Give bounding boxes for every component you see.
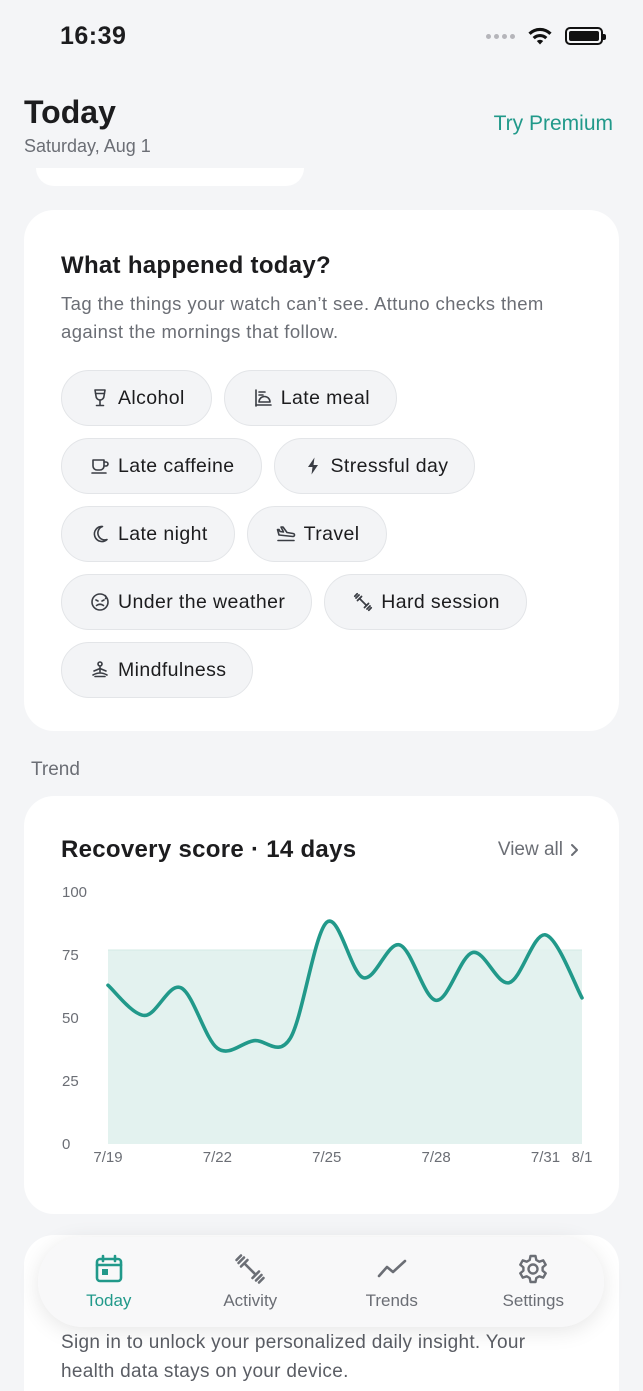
x-tick-label: 7/25 <box>312 1149 341 1166</box>
x-tick-label: 8/1 <box>572 1149 593 1166</box>
dumbbell-icon <box>354 592 373 612</box>
tab-today[interactable]: Today <box>44 1253 174 1311</box>
try-premium-button[interactable]: Try Premium <box>494 112 613 136</box>
meditation-icon <box>92 661 108 678</box>
y-tick-label: 100 <box>62 884 87 901</box>
tag-stressful-day[interactable]: Stressful day <box>273 438 476 494</box>
tag-late-night[interactable]: Late night <box>61 506 235 562</box>
tag-label: Late caffeine <box>118 454 235 477</box>
view-all-button[interactable]: View all <box>498 839 579 861</box>
tab-bar: Today Activity Trends Settings <box>38 1237 604 1327</box>
tag-label: Stressful day <box>330 454 449 477</box>
airplane-icon <box>276 526 295 542</box>
tags-card-description: Tag the things your watch can’t see. Att… <box>61 293 544 342</box>
x-tick-label: 7/28 <box>422 1149 451 1166</box>
y-tick-label: 0 <box>62 1136 70 1153</box>
tab-label: Activity <box>223 1291 278 1310</box>
y-tick-label: 50 <box>62 1010 79 1027</box>
tag-label: Alcohol <box>118 386 185 409</box>
tag-mindfulness[interactable]: Mindfulness <box>61 642 254 698</box>
trend-section-label: Trend <box>31 759 80 780</box>
sick-face-icon <box>91 593 109 611</box>
tab-activity[interactable]: Activity <box>185 1253 315 1311</box>
daily-tags-card: What happened today? Tag the things your… <box>24 210 619 731</box>
tag-hard-session[interactable]: Hard session <box>324 574 527 630</box>
tag-label: Under the weather <box>118 590 286 613</box>
tag-label: Hard session <box>381 590 500 613</box>
moon-icon <box>93 525 108 543</box>
trend-line-icon <box>377 1259 407 1278</box>
x-tick-label: 7/31 <box>531 1149 560 1166</box>
battery-icon <box>565 27 606 45</box>
tab-label: Settings <box>502 1291 564 1310</box>
tab-label: Today <box>86 1291 132 1310</box>
status-bar: 16:39 <box>0 0 643 72</box>
x-tick-label: 7/19 <box>93 1149 122 1166</box>
wifi-icon <box>528 27 552 45</box>
calendar-icon <box>95 1254 123 1283</box>
page-date: Saturday, Aug 1 <box>24 136 151 156</box>
tag-label: Late meal <box>280 386 371 409</box>
wine-glass-icon <box>94 389 106 407</box>
tag-list: Alcohol Late meal Late caffeine Stressfu… <box>61 370 601 698</box>
recovery-trend-card: 0 25 50 75 100 7/19 7/22 7/25 7/28 7/31 8/1 Recove… <box>24 796 619 1214</box>
y-tick-label: 75 <box>62 947 79 964</box>
tag-travel[interactable]: Travel <box>246 506 387 562</box>
collapsed-card-edge <box>36 168 304 186</box>
gear-icon <box>519 1254 548 1284</box>
status-time: 16:39 <box>60 22 127 50</box>
meal-icon <box>254 389 272 407</box>
tag-under-the-weather[interactable]: Under the weather <box>61 574 313 630</box>
bolt-icon <box>307 457 318 475</box>
tab-trends[interactable]: Trends <box>327 1253 457 1311</box>
dumbbell-icon <box>235 1254 266 1284</box>
tag-label: Travel <box>303 522 360 545</box>
x-tick-label: 7/22 <box>203 1149 232 1166</box>
tag-late-caffeine[interactable]: Late caffeine <box>61 438 262 494</box>
chart-title: Recovery score · 14 days <box>61 836 357 863</box>
signal-dots-icon <box>486 33 515 39</box>
tags-card-title: What happened today? <box>61 252 331 279</box>
page-title: Today <box>24 94 116 130</box>
tag-alcohol[interactable]: Alcohol <box>61 370 212 426</box>
y-tick-label: 25 <box>62 1073 79 1090</box>
tag-late-meal[interactable]: Late meal <box>223 370 398 426</box>
view-all-label: View all <box>497 839 563 860</box>
status-icons <box>486 26 606 46</box>
coffee-cup-icon <box>91 459 109 474</box>
tag-label: Late night <box>118 522 208 545</box>
tab-label: Trends <box>365 1291 418 1310</box>
chevron-right-icon <box>571 844 578 856</box>
tab-settings[interactable]: Settings <box>468 1253 598 1311</box>
tag-label: Mindfulness <box>118 658 227 681</box>
signin-prompt-text: Sign in to unlock your personalized dail… <box>61 1332 526 1382</box>
